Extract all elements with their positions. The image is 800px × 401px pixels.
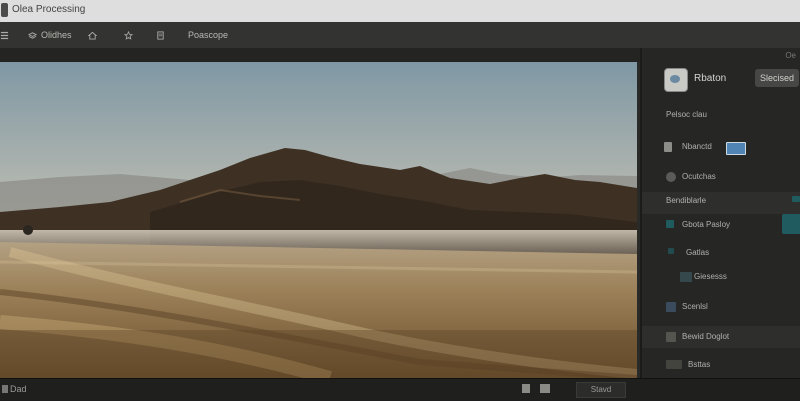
home-icon [88,31,97,40]
panel-item-label: Scenlsl [682,302,708,311]
panel-item-label: Ocutchas [682,172,716,181]
status-label: Dad [10,384,27,394]
status-icon [2,385,8,393]
right-panel: Oe Rbaton Slecised Pelsoc clau Nbanctd O… [640,48,800,378]
globe-icon [666,172,676,182]
panel-item-label: Nbanctd [682,142,712,151]
panel-item-label: Gatlas [686,248,710,257]
status-button[interactable]: Stavd [576,382,626,398]
panel-item-label: Bewid Doglot [682,332,730,341]
grid-icon[interactable] [522,384,530,393]
title-bar: Olea Processing [0,0,800,23]
panel-item-label: Bsttas [688,360,711,369]
item-marker-icon [666,332,676,342]
item-marker-icon [666,302,676,312]
layers-icon [28,31,37,39]
panel-item-label: Gbota Pasloy [682,220,731,229]
panel-subtitle: Pelsoc clau [666,110,707,119]
toolbar-olidhes-label: Olidhes [41,30,72,40]
canvas-margin [0,48,640,62]
toggle-icon[interactable] [792,196,800,202]
item-marker-icon [668,248,674,254]
status-bar: Dad Stavd [0,378,800,401]
landscape-image [0,62,637,378]
toolbar-olidhes-button[interactable]: Olidhes [28,22,72,48]
toolbar-poascope-button[interactable]: Poascope [188,22,228,48]
image-icon [726,142,746,155]
fit-icon[interactable] [540,384,550,393]
panel-topbar: Oe [642,48,800,62]
image-viewport[interactable] [0,62,637,378]
item-marker-icon [664,142,672,152]
action-icon[interactable] [782,214,800,234]
favorite-button[interactable] [124,22,133,48]
window-title: Olea Processing [12,4,86,15]
toolbar: Olidhes Poascope [0,22,800,49]
panel-title: Rbaton [694,73,727,84]
toolbar-poascope-label: Poascope [188,30,229,40]
menu-icon [0,31,9,39]
home-button[interactable] [88,22,97,48]
app-icon [1,3,8,17]
item-marker-icon [666,360,682,369]
menu-button[interactable] [0,22,9,48]
star-icon [124,30,133,40]
folder-icon [680,272,692,282]
panel-header-button[interactable]: Slecised [755,69,799,87]
panel-corner-label: Oe [785,51,796,60]
item-marker-icon [666,220,674,228]
panel-item-label: Bendiblarle [666,196,707,205]
photo-icon [664,68,688,92]
document-button[interactable] [156,22,165,48]
panel-item-label: Giesesss [694,272,727,281]
document-icon [157,30,164,40]
